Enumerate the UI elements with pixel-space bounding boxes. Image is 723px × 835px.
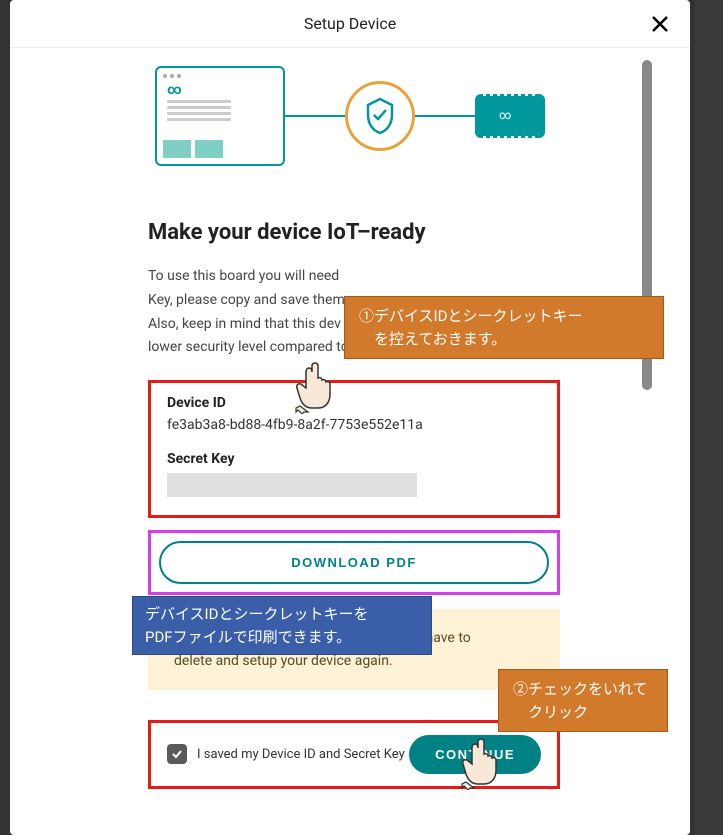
saved-checkbox-label: I saved my Device ID and Secret Key [197,747,405,762]
secret-key-label: Secret Key [167,451,541,467]
annotation-1: ①デバイスIDとシークレットキー を控えておきます。 [344,296,664,359]
modal-header: Setup Device [10,0,690,48]
shield-icon [345,81,415,151]
page-heading: Make your device IoT–ready [148,220,560,245]
modal-title: Setup Device [304,14,396,33]
board-icon: ∞ [475,94,545,138]
saved-checkbox[interactable] [167,744,187,764]
continue-button[interactable]: CONTINUE [409,735,541,774]
browser-mock-icon: ∞ [155,66,285,166]
hero-illustration: ∞ ∞ [10,48,690,190]
secret-key-field[interactable] [167,473,417,497]
device-id-value: fe3ab3a8-bd88-4fb9-8a2f-7753e552e11a [167,417,541,433]
annotation-2: デバイスIDとシークレットキーを PDFファイルで印刷できます。 [132,596,432,655]
download-pdf-button[interactable]: DOWNLOAD PDF [159,541,549,584]
annotation-3: ②チェックをいれて クリック [498,669,668,732]
credentials-box: Device ID fe3ab3a8-bd88-4fb9-8a2f-7753e5… [148,380,560,518]
device-id-label: Device ID [167,395,541,411]
download-pdf-box: DOWNLOAD PDF [148,530,560,595]
close-icon[interactable] [648,12,672,36]
